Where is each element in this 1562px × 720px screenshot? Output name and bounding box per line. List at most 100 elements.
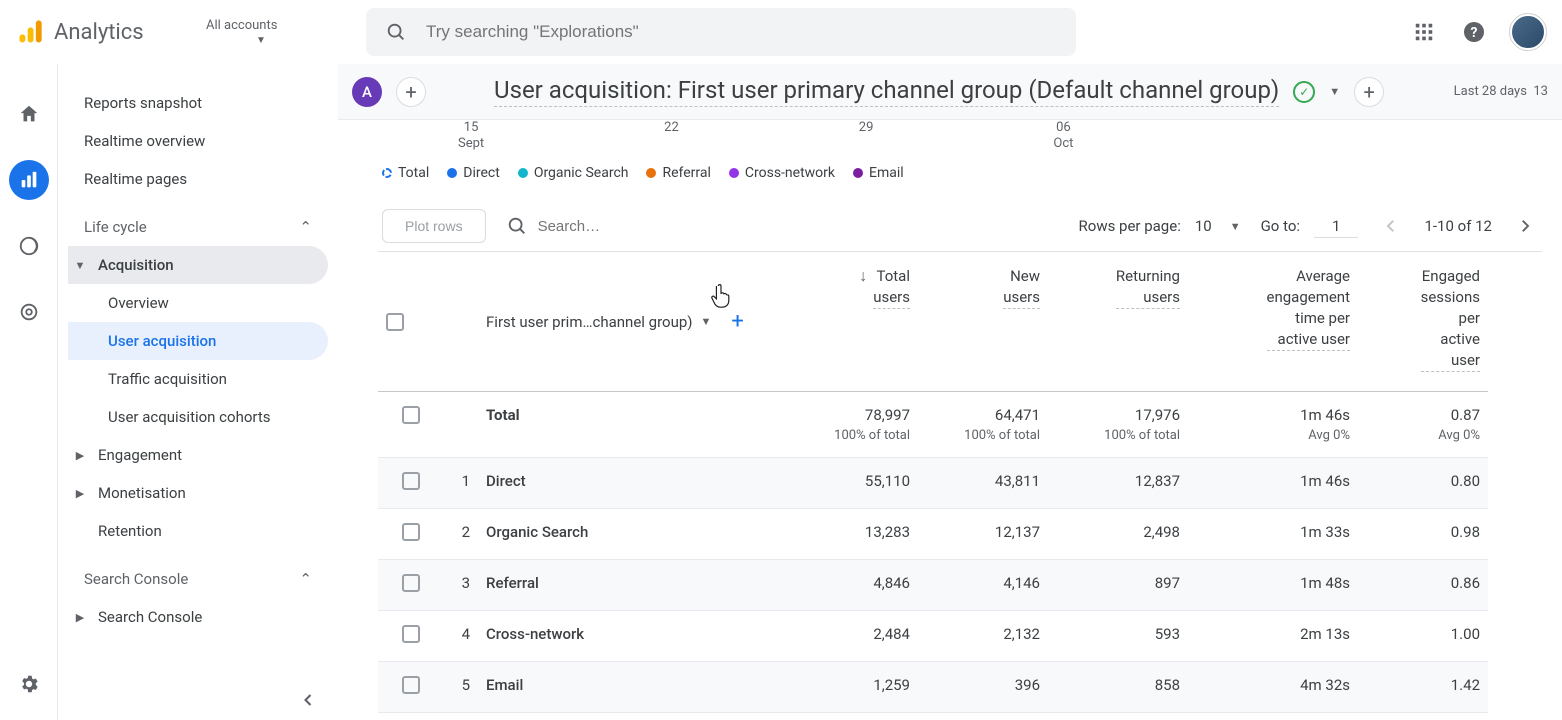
td-name[interactable]: Unassigned xyxy=(478,713,788,720)
top-header: Analytics All accounts ▼ ? xyxy=(0,0,1562,64)
subnav-user-acq-cohorts[interactable]: User acquisition cohorts xyxy=(68,398,328,436)
td-returning-users: 78 xyxy=(1048,713,1188,720)
rail-advertising-icon[interactable] xyxy=(9,292,49,332)
table-search-input[interactable] xyxy=(538,218,718,235)
date-range[interactable]: Last 28 days 13 xyxy=(1454,84,1548,99)
th-engaged-sessions[interactable]: Engaged sessions per active user xyxy=(1358,252,1488,392)
subnav-user-acquisition[interactable]: User acquisition xyxy=(68,322,328,360)
subnav-overview[interactable]: Overview xyxy=(68,284,328,322)
search-icon xyxy=(506,215,528,237)
th-total-users[interactable]: ↓Total users xyxy=(788,252,918,392)
section-life-cycle[interactable]: Life cycle ⌃ xyxy=(68,208,328,246)
table-search[interactable] xyxy=(506,215,718,237)
legend-total[interactable]: Total xyxy=(382,165,429,181)
checkbox[interactable] xyxy=(402,625,420,643)
td-engaged-sessions: 1.00 xyxy=(1358,611,1488,662)
td-idx: 1 xyxy=(428,458,478,509)
td-total-users: 773 xyxy=(788,713,918,720)
chevron-up-icon: ⌃ xyxy=(299,570,312,588)
tree-engagement-label: Engagement xyxy=(98,446,182,464)
th-dimension[interactable]: First user prim…channel group) ▼ + xyxy=(478,252,788,392)
content: A + User acquisition: First user primary… xyxy=(338,64,1562,720)
search-icon xyxy=(382,18,410,46)
rows-per-page-select[interactable]: 10 ▼ xyxy=(1195,217,1241,235)
rail-settings-icon[interactable] xyxy=(9,664,49,704)
tree-engagement[interactable]: ▶ Engagement xyxy=(68,436,328,474)
td-total-label: Total xyxy=(478,392,788,458)
search-input[interactable] xyxy=(426,22,1060,42)
checkbox[interactable] xyxy=(402,574,420,592)
td-engaged-sessions: 0.86 xyxy=(1358,560,1488,611)
td-new-users: 43,811 xyxy=(918,458,1048,509)
legend-direct[interactable]: Direct xyxy=(447,165,500,181)
td-idx: 4 xyxy=(428,611,478,662)
th-idx xyxy=(428,252,478,392)
rail-explore-icon[interactable] xyxy=(9,226,49,266)
chevron-right-icon: ▶ xyxy=(72,449,88,462)
goto-input[interactable]: 1 xyxy=(1314,215,1358,238)
nav-realtime-overview[interactable]: Realtime overview xyxy=(68,122,328,160)
nav-reports-snapshot[interactable]: Reports snapshot xyxy=(68,84,328,122)
search-box[interactable] xyxy=(366,8,1076,56)
td-avg-engagement: 4m 32s xyxy=(1188,662,1358,713)
tree-search-console[interactable]: ▶ Search Console xyxy=(68,598,328,636)
th-new-users[interactable]: New users xyxy=(918,252,1048,392)
td-total-users: 2,484 xyxy=(788,611,918,662)
checkbox[interactable] xyxy=(402,406,420,424)
account-selector[interactable]: All accounts ▼ xyxy=(206,18,316,46)
td-checkbox xyxy=(378,392,428,458)
td-new-users: 4,146 xyxy=(918,560,1048,611)
tree-monetisation[interactable]: ▶ Monetisation xyxy=(68,474,328,512)
legend-organic-search[interactable]: Organic Search xyxy=(518,165,629,181)
plot-rows-button[interactable]: Plot rows xyxy=(382,209,486,243)
checkbox[interactable] xyxy=(402,676,420,694)
add-dimension-icon[interactable]: + xyxy=(731,309,743,334)
td-new-users: 64,471100% of total xyxy=(918,392,1048,458)
legend-email[interactable]: Email xyxy=(853,165,904,181)
logo-area: Analytics xyxy=(16,18,186,46)
td-idx: 5 xyxy=(428,662,478,713)
chart-legend: Total Direct Organic Search Referral Cro… xyxy=(378,151,1542,201)
td-avg-engagement: 1m 46sAvg 0% xyxy=(1188,392,1358,458)
chevron-down-icon: ▼ xyxy=(206,35,316,46)
td-name[interactable]: Referral xyxy=(478,560,788,611)
subnav-traffic-acquisition[interactable]: Traffic acquisition xyxy=(68,360,328,398)
add-comparison-button[interactable]: + xyxy=(396,77,426,107)
legend-cross-network[interactable]: Cross-network xyxy=(729,165,835,181)
td-returning-users: 2,498 xyxy=(1048,509,1188,560)
td-avg-engagement: 1m 48s xyxy=(1188,560,1358,611)
apps-icon[interactable] xyxy=(1410,18,1438,46)
section-search-console[interactable]: Search Console ⌃ xyxy=(68,560,328,598)
rail-reports-icon[interactable] xyxy=(9,160,49,200)
td-name[interactable]: Email xyxy=(478,662,788,713)
x-tick: 22 xyxy=(664,120,679,151)
checkbox-all[interactable] xyxy=(386,313,404,331)
status-ok-icon[interactable]: ✓ xyxy=(1293,81,1315,103)
avatar[interactable] xyxy=(1510,14,1546,50)
td-name[interactable]: Direct xyxy=(478,458,788,509)
td-avg-engagement: 2m 13s xyxy=(1188,611,1358,662)
td-name[interactable]: Cross-network xyxy=(478,611,788,662)
tree-acquisition[interactable]: ▼ Acquisition xyxy=(68,246,328,284)
chevron-down-icon[interactable]: ▼ xyxy=(1329,85,1340,98)
td-name[interactable]: Organic Search xyxy=(478,509,788,560)
td-returning-users: 12,837 xyxy=(1048,458,1188,509)
th-avg-engagement[interactable]: Average engagement time per active user xyxy=(1188,252,1358,392)
rail-home-icon[interactable] xyxy=(9,94,49,134)
header-actions: ? xyxy=(1410,14,1546,50)
tree-retention[interactable]: Retention xyxy=(68,512,328,550)
checkbox[interactable] xyxy=(402,472,420,490)
th-returning-users[interactable]: Returning users xyxy=(1048,252,1188,392)
rows-per-page-label: Rows per page: xyxy=(1079,217,1181,235)
badge-a[interactable]: A xyxy=(352,77,382,107)
analytics-logo-icon xyxy=(16,18,44,46)
legend-referral[interactable]: Referral xyxy=(646,165,710,181)
nav-realtime-pages[interactable]: Realtime pages xyxy=(68,160,328,198)
add-button[interactable]: + xyxy=(1354,77,1384,107)
td-engaged-sessions: 0.57 xyxy=(1358,713,1488,720)
checkbox[interactable] xyxy=(402,523,420,541)
help-icon[interactable]: ? xyxy=(1460,18,1488,46)
next-page-icon[interactable] xyxy=(1512,217,1538,235)
td-engaged-sessions: 0.98 xyxy=(1358,509,1488,560)
collapse-nav-icon[interactable] xyxy=(298,690,318,710)
